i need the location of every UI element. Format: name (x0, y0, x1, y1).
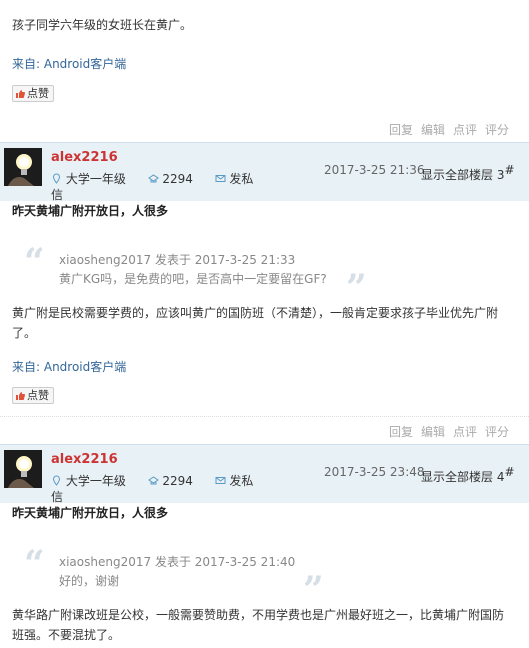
floor-mark: # (504, 465, 515, 479)
score-link[interactable]: 评分 (485, 425, 509, 439)
source-prefix: 来自: (12, 360, 44, 374)
mail-icon (215, 477, 226, 484)
like-button[interactable]: 点赞 (12, 387, 54, 404)
like-button[interactable]: 点赞 (12, 85, 54, 102)
quote-text: 黄广KG吗，是免费的吧，是否高中一定要留在GF? (59, 272, 327, 286)
like-label: 点赞 (27, 87, 49, 100)
divider (0, 416, 529, 417)
floor-info: 显示全部楼层 4# (421, 465, 515, 485)
post-date: 2017-3-25 21:36 (324, 163, 425, 177)
floor-info: 显示全部楼层 3# (421, 163, 515, 183)
source-line: 来自: Android客户端 (12, 358, 126, 375)
post-body: 黄华路广附课改班是公校，一般需要赞助费，不用学费也是广州最好班之一，比黄埔广附国… (12, 608, 505, 642)
hat-icon (147, 174, 159, 183)
post-actions: 回复 编辑 点评 评分 (381, 423, 509, 440)
quote-author: xiaosheng2017 发表于 2017-3-25 21:40 (59, 555, 296, 569)
quote-author: xiaosheng2017 发表于 2017-3-25 21:33 (59, 253, 296, 267)
send-pm-link[interactable]: 发私 (229, 172, 253, 186)
lightbulb-avatar-icon (4, 148, 42, 186)
user-grade: 大学一年级 (65, 474, 126, 488)
quote-text: 好的，谢谢 (59, 574, 120, 588)
edit-link[interactable]: 编辑 (421, 425, 445, 439)
thread-title: 昨天黄埔广附开放日，人很多 (12, 506, 169, 520)
score-link[interactable]: 评分 (485, 123, 509, 137)
mail-icon (215, 175, 226, 182)
floor-mark: # (504, 163, 515, 177)
user-meta: 大学一年级 2294 发私 (51, 472, 253, 489)
username[interactable]: alex2216 (51, 150, 118, 165)
lightbulb-avatar-icon (4, 450, 42, 488)
post-date: 2017-3-25 23:48 (324, 465, 425, 479)
source-link[interactable]: Android客户端 (44, 360, 126, 374)
quote-close-icon: ” (303, 569, 324, 611)
source-line: 来自: Android客户端 (12, 55, 126, 72)
post-body: 孩子同学六年级的女班长在黄广。 (12, 18, 193, 32)
thread-title: 昨天黄埔广附开放日，人很多 (12, 204, 169, 218)
source-prefix: 来自: (12, 57, 44, 71)
send-pm-link-wrap[interactable]: 信 (51, 488, 63, 505)
user-meta: 大学一年级 2294 发私 (51, 170, 253, 187)
username[interactable]: alex2216 (51, 452, 118, 467)
location-icon (52, 173, 61, 184)
quote-open-icon: “ (24, 543, 45, 585)
user-grade: 大学一年级 (65, 172, 126, 186)
user-points: 2294 (162, 172, 193, 186)
send-pm-link[interactable]: 发私 (229, 474, 253, 488)
rate-link[interactable]: 点评 (453, 123, 477, 137)
post-actions: 回复 编辑 点评 评分 (381, 121, 509, 138)
location-icon (52, 475, 61, 486)
post-body: 黄广附是民校需要学费的，应该叫黄广的国防班（不清楚），一般肯定要求孩子毕业优先广… (12, 306, 499, 340)
edit-link[interactable]: 编辑 (421, 123, 445, 137)
avatar[interactable] (4, 450, 42, 488)
quote-open-icon: “ (24, 241, 45, 283)
reply-link[interactable]: 回复 (389, 425, 413, 439)
thumbs-up-icon (16, 391, 25, 400)
quote-close-icon: ” (346, 267, 367, 309)
source-link[interactable]: Android客户端 (44, 57, 126, 71)
thumbs-up-icon (16, 89, 25, 98)
show-all-floors-link[interactable]: 显示全部楼层 (421, 470, 493, 484)
hat-icon (147, 476, 159, 485)
avatar[interactable] (4, 148, 42, 186)
rate-link[interactable]: 点评 (453, 425, 477, 439)
send-pm-link-wrap[interactable]: 信 (51, 186, 63, 203)
like-label: 点赞 (27, 389, 49, 402)
reply-link[interactable]: 回复 (389, 123, 413, 137)
show-all-floors-link[interactable]: 显示全部楼层 (421, 168, 493, 182)
user-points: 2294 (162, 474, 193, 488)
